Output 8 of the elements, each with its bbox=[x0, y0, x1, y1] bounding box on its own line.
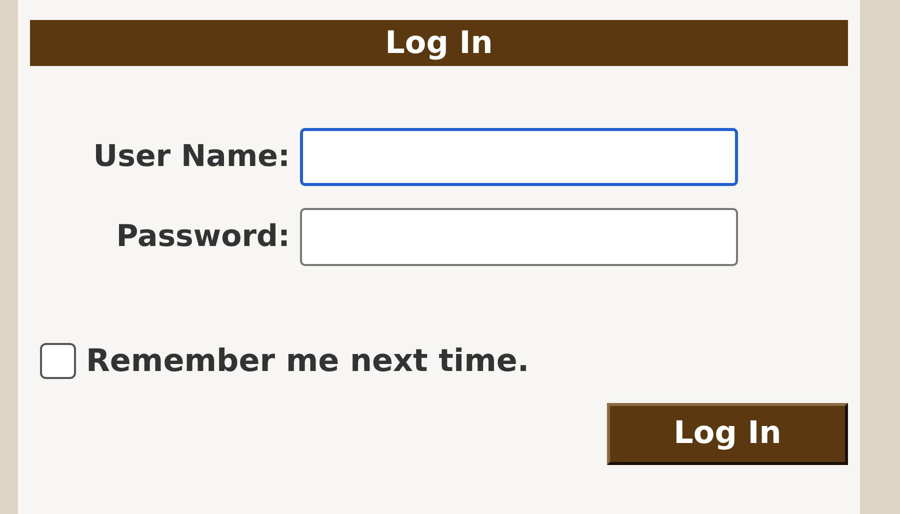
panel-title: Log In bbox=[30, 20, 848, 66]
input-field[interactable] bbox=[300, 128, 738, 186]
remember-label: Remember me next time. bbox=[86, 342, 530, 381]
remember-checkbox[interactable] bbox=[40, 343, 76, 380]
input-field[interactable] bbox=[300, 208, 738, 266]
field-label: Password: bbox=[115, 218, 290, 256]
login-button[interactable]: Log In bbox=[607, 402, 848, 464]
field-label: User Name: bbox=[92, 138, 290, 176]
